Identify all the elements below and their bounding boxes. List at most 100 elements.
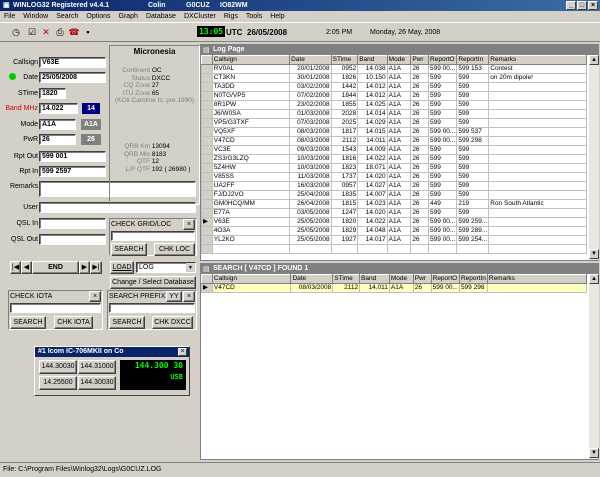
- log-row[interactable]: N0TG/VP5 07/02/2008 1844 14.012 A1A 26 599 599: [201, 91, 587, 101]
- log-cell[interactable]: 599: [428, 163, 458, 173]
- log-cell[interactable]: 599: [456, 190, 490, 200]
- log-cell[interactable]: 25/05/2008: [289, 217, 332, 227]
- log-cell[interactable]: 1826: [330, 73, 359, 83]
- log-cell[interactable]: 599 00...: [428, 127, 458, 137]
- minimize-button[interactable]: _: [566, 1, 576, 10]
- log-cell[interactable]: 2112: [330, 136, 359, 146]
- save-icon[interactable]: ▪: [82, 26, 94, 38]
- log-cell[interactable]: A1A: [386, 82, 412, 92]
- log-cell[interactable]: A1A: [386, 199, 412, 209]
- log-cell[interactable]: 599 153: [456, 64, 490, 74]
- log-cell[interactable]: 16/03/2008: [289, 181, 332, 191]
- log-cell[interactable]: 20/01/2008: [289, 64, 332, 74]
- log-cell[interactable]: 14.029: [357, 118, 388, 128]
- log-cell[interactable]: 14.015: [357, 127, 388, 137]
- log-cell[interactable]: 26/04/2008: [289, 199, 332, 209]
- log-cell[interactable]: 26: [410, 181, 430, 191]
- log-cell[interactable]: V85SS: [211, 172, 291, 182]
- prev-record-button[interactable]: ◀: [21, 261, 32, 274]
- log-row[interactable]: 4O3A 25/05/2008 1829 14.048 A1A 26 599 00... 59…: [201, 226, 587, 236]
- log-cell[interactable]: 07/02/2008: [289, 91, 332, 101]
- log-cell[interactable]: 26: [410, 136, 430, 146]
- log-column-header[interactable]: Mode: [386, 55, 412, 65]
- log-cell[interactable]: 599: [456, 100, 490, 110]
- qsl-in-input[interactable]: [39, 218, 106, 229]
- last-record-button[interactable]: ▶|: [90, 261, 102, 274]
- log-cell[interactable]: [488, 109, 587, 119]
- log-cell[interactable]: 599: [456, 82, 490, 92]
- log-cell[interactable]: 26: [410, 145, 430, 155]
- log-column-header[interactable]: ReportO: [428, 55, 458, 65]
- search-column-header[interactable]: ReportIn: [458, 274, 488, 284]
- log-cell[interactable]: 599: [428, 73, 458, 83]
- log-row[interactable]: ▶ V63E 25/05/2008 1820 14.022 A1A 26 599 00... 5…: [201, 217, 587, 227]
- log-cell[interactable]: 25/05/2008: [289, 235, 332, 245]
- grid-search-button[interactable]: SEARCH: [111, 243, 147, 256]
- log-cell[interactable]: V63E: [211, 217, 291, 227]
- log-cell[interactable]: [488, 118, 587, 128]
- log-cell[interactable]: 10/03/2008: [289, 154, 332, 164]
- log-cell[interactable]: on 20m dipole!: [488, 73, 587, 83]
- log-cell[interactable]: 599 00...: [428, 136, 458, 146]
- iota-input[interactable]: [10, 303, 101, 313]
- search-cell[interactable]: 2112: [332, 283, 361, 293]
- log-cell[interactable]: 1820: [330, 217, 359, 227]
- log-cell[interactable]: A1A: [386, 145, 412, 155]
- search-column-header[interactable]: ReportO: [430, 274, 460, 284]
- log-cell[interactable]: A1A: [386, 226, 412, 236]
- log-cell[interactable]: 599 259...: [456, 217, 490, 227]
- log-cell[interactable]: 599: [428, 100, 458, 110]
- log-cell[interactable]: 599: [428, 172, 458, 182]
- log-cell[interactable]: 599: [456, 154, 490, 164]
- log-cell[interactable]: 26: [410, 82, 430, 92]
- search-scroll-down-icon[interactable]: ▼: [589, 448, 599, 458]
- log-cell[interactable]: 26: [410, 127, 430, 137]
- log-cell[interactable]: RV0AL: [211, 64, 291, 74]
- log-row[interactable]: 8R1PW 23/02/2008 1855 14.025 A1A 26 599 599: [201, 100, 587, 110]
- log-cell[interactable]: E77A: [211, 208, 291, 218]
- log-cell[interactable]: 599: [428, 145, 458, 155]
- log-cell[interactable]: [488, 163, 587, 173]
- log-cell[interactable]: 599: [456, 118, 490, 128]
- log-cell[interactable]: UA2FF: [211, 181, 291, 191]
- log-cell[interactable]: 1829: [330, 226, 359, 236]
- next-record-button[interactable]: ▶: [79, 261, 90, 274]
- log-cell[interactable]: N0TG/VP5: [211, 91, 291, 101]
- chk-iota-button[interactable]: CHK IOTA: [54, 316, 93, 329]
- log-cell[interactable]: 599: [428, 154, 458, 164]
- log-cell[interactable]: A1A: [386, 100, 412, 110]
- stime-input[interactable]: 1820: [39, 88, 66, 99]
- clock-icon[interactable]: ◷: [10, 26, 22, 38]
- log-cell[interactable]: 26: [410, 163, 430, 173]
- log-cell[interactable]: 1855: [330, 100, 359, 110]
- log-cell[interactable]: [488, 100, 587, 110]
- log-cell[interactable]: 26: [410, 91, 430, 101]
- log-cell[interactable]: A1A: [386, 235, 412, 245]
- rig-memory-1[interactable]: 144.30030: [39, 360, 77, 374]
- log-cell[interactable]: 14.025: [357, 100, 388, 110]
- log-cell[interactable]: 26: [410, 154, 430, 164]
- log-row[interactable]: UA2FF 16/03/2008 0957 14.027 A1A 26 599 599: [201, 181, 587, 191]
- log-row[interactable]: VP5/G3TXF 07/03/2008 2025 14.029 A1A 26 599 599: [201, 118, 587, 128]
- checklist-icon[interactable]: ☑: [26, 26, 38, 38]
- log-cell[interactable]: 14.048: [357, 226, 388, 236]
- log-cell[interactable]: 599 00...: [428, 64, 458, 74]
- log-cell[interactable]: [488, 127, 587, 137]
- log-cell[interactable]: 08/03/2008: [289, 136, 332, 146]
- log-column-header[interactable]: Callsign: [211, 55, 291, 65]
- log-cell[interactable]: 14.012: [357, 91, 388, 101]
- menu-dxcluster[interactable]: DXCluster: [180, 11, 220, 22]
- rpt-in-input[interactable]: 599 2597: [39, 166, 106, 177]
- log-cell[interactable]: 26: [410, 109, 430, 119]
- log-cell[interactable]: Ron South Atlantic: [488, 199, 587, 209]
- band-input[interactable]: 14.022: [39, 103, 78, 114]
- log-cell[interactable]: 10/03/2008: [289, 163, 332, 173]
- change-database-button[interactable]: Change / Select Database: [110, 276, 196, 289]
- scroll-up-icon[interactable]: ▲: [589, 55, 599, 65]
- log-cell[interactable]: TA3DD: [211, 82, 291, 92]
- log-column-header[interactable]: Pwr: [410, 55, 430, 65]
- log-cell[interactable]: 14.014: [357, 109, 388, 119]
- log-cell[interactable]: 1737: [330, 172, 359, 182]
- log-cell[interactable]: 26: [410, 64, 430, 74]
- log-cell[interactable]: 03/05/2008: [289, 208, 332, 218]
